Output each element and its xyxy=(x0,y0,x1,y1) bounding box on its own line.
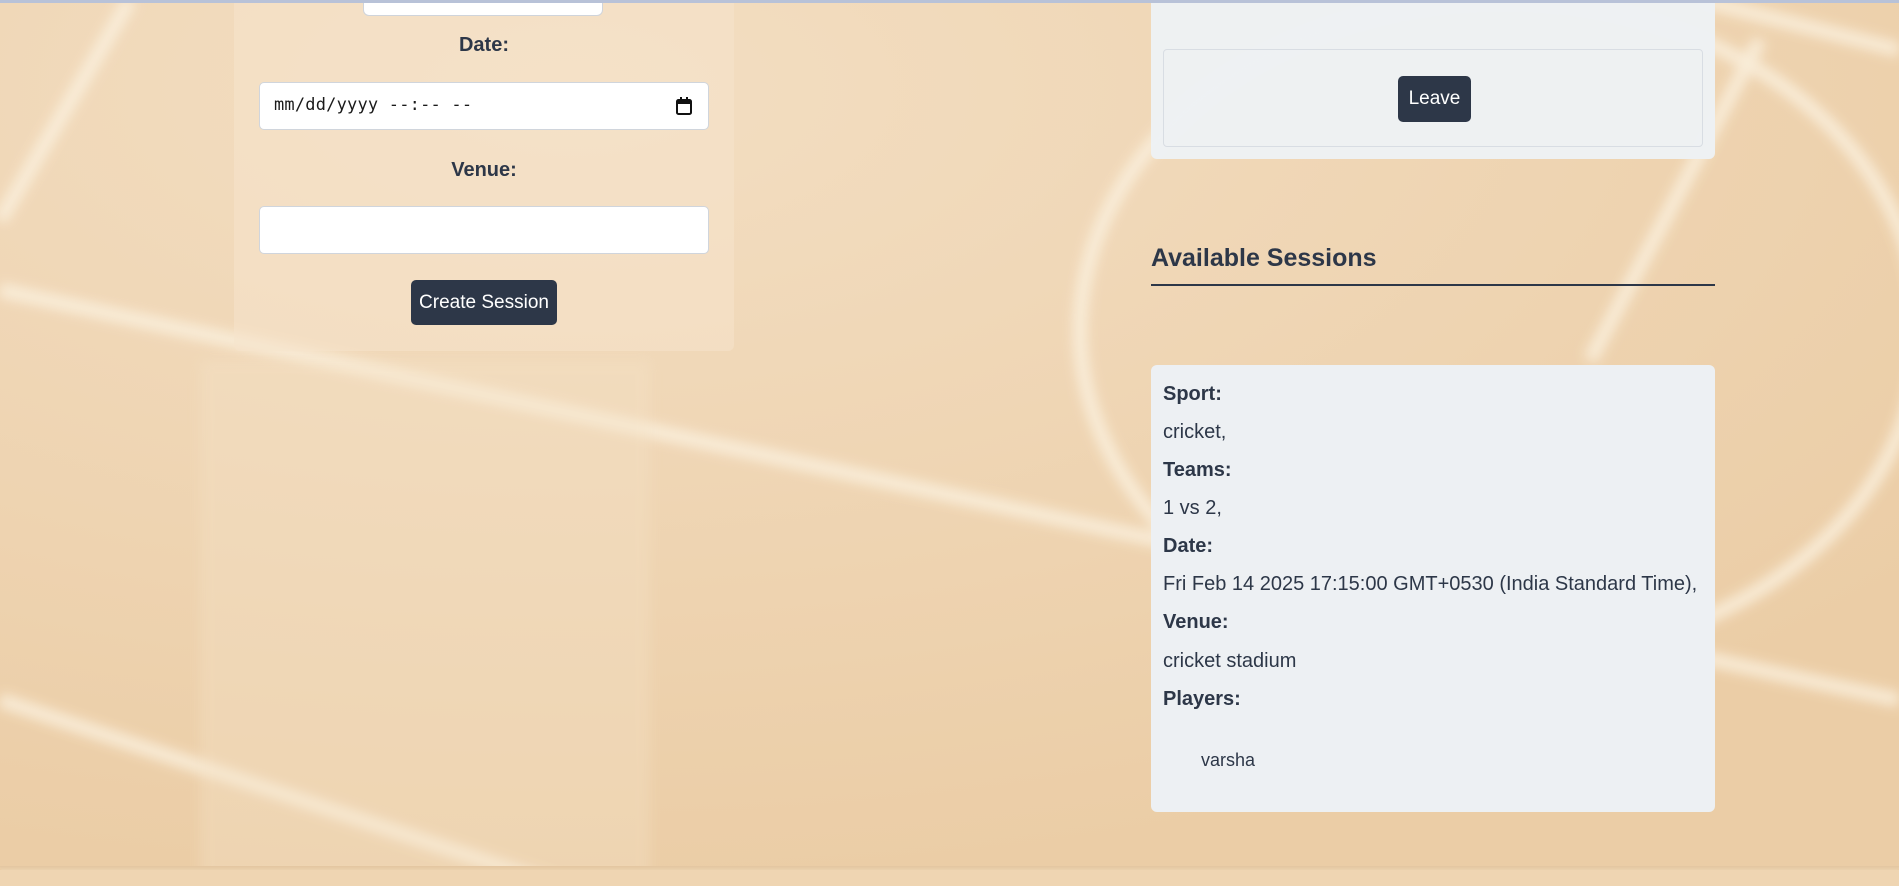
teams-value: 1 vs 2, xyxy=(1163,497,1222,519)
create-session-button[interactable]: Create Session xyxy=(411,280,557,325)
available-sessions-heading: Available Sessions xyxy=(1151,244,1377,272)
page-bottom-band xyxy=(0,870,1899,886)
date-value: Fri Feb 14 2025 17:15:00 GMT+0530 (India… xyxy=(1163,573,1698,595)
sport-label: Sport: xyxy=(1163,383,1222,405)
date-input-placeholder: mm/dd/yyyy --:-- -- xyxy=(274,95,473,115)
player-item: varsha xyxy=(1201,750,1256,770)
venue-input[interactable] xyxy=(259,206,709,254)
date-label: Date: xyxy=(1163,535,1214,557)
player-list: varsha xyxy=(1201,750,1255,771)
players-label: Players: xyxy=(1163,688,1241,710)
joined-session-actions: Leave xyxy=(1163,49,1703,147)
create-session-form: Date: mm/dd/yyyy --:-- -- Venue: Create … xyxy=(234,0,734,351)
date-label: Date: xyxy=(458,34,509,56)
session-card: Sport: cricket, Teams: 1 vs 2, Date: Fri… xyxy=(1151,365,1715,812)
calendar-icon[interactable] xyxy=(676,97,692,115)
date-input[interactable]: mm/dd/yyyy --:-- -- xyxy=(259,82,709,130)
teams-label: Teams: xyxy=(1163,459,1232,481)
joined-session-card: Leave xyxy=(1151,0,1715,159)
section-divider xyxy=(1151,284,1715,286)
venue-label: Venue: xyxy=(1163,611,1229,633)
sport-value: cricket, xyxy=(1163,421,1227,443)
venue-value: cricket stadium xyxy=(1163,650,1297,672)
venue-label: Venue: xyxy=(451,159,517,181)
window-top-border xyxy=(0,0,1899,3)
leave-button[interactable]: Leave xyxy=(1398,76,1471,122)
